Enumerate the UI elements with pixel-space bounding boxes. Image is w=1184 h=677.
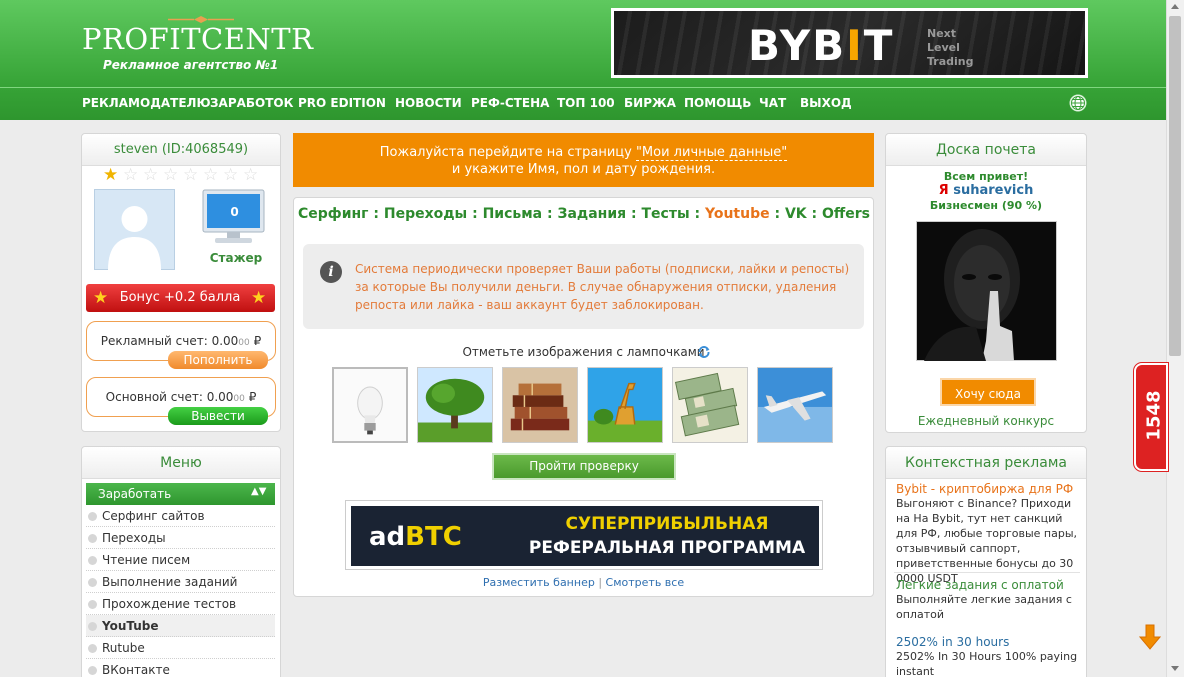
menu-item-mails[interactable]: Чтение писем xyxy=(86,549,275,571)
top-ad-banner[interactable]: BYBIT Next Level Trading xyxy=(611,8,1088,78)
captcha-image-lightbulb[interactable] xyxy=(332,367,408,443)
user-name[interactable]: steven (ID:4068549) xyxy=(82,134,280,166)
nav-pro-edition[interactable]: PRO EDITION xyxy=(298,96,386,110)
avatar[interactable] xyxy=(94,189,175,270)
rating-star-icon: ☆ xyxy=(183,165,199,185)
place-banner-link[interactable]: Разместить баннер xyxy=(483,576,595,589)
rating-star-icon: ☆ xyxy=(243,165,259,185)
user-rank: Стажер xyxy=(209,251,263,265)
tab-vk[interactable]: VK xyxy=(785,206,807,222)
banner-brand: BYBIT xyxy=(748,21,895,70)
captcha-image-tree[interactable] xyxy=(417,367,493,443)
nav-advertiser[interactable]: РЕКЛАМОДАТЕЛЮ xyxy=(82,96,211,110)
menu-item-tests[interactable]: Прохождение тестов xyxy=(86,593,275,615)
honor-user-photo[interactable] xyxy=(916,221,1057,361)
bonus-label: Бонус +0.2 балла xyxy=(119,290,241,305)
nav-earnings[interactable]: ЗАРАБОТОК xyxy=(210,96,293,110)
honor-status: Бизнесмен (90 %) xyxy=(929,199,1043,212)
rating-star-icon: ☆ xyxy=(223,165,239,185)
nav-ref-wall[interactable]: РЕФ-СТЕНА xyxy=(471,96,549,110)
menu-item-rutube[interactable]: Rutube xyxy=(86,637,275,659)
globe-icon[interactable] xyxy=(1069,94,1087,112)
honor-user: Я suharevich xyxy=(938,183,1034,198)
verify-button[interactable]: Пройти проверку xyxy=(492,453,676,480)
monitor-value: 0 xyxy=(230,205,239,219)
honor-title: Доска почета xyxy=(886,134,1086,166)
honor-username-link[interactable]: suharevich xyxy=(953,183,1033,198)
rating-star-icon: ☆ xyxy=(163,165,179,185)
scroll-thumb[interactable] xyxy=(1169,16,1181,356)
tab-offers[interactable]: Offers xyxy=(822,206,870,222)
refresh-icon[interactable] xyxy=(697,345,711,359)
ad-divider xyxy=(894,572,1080,573)
nav-top100[interactable]: ТОП 100 xyxy=(557,96,615,110)
info-icon: i xyxy=(320,261,342,283)
banner-tagline: Next Level Trading xyxy=(927,27,974,68)
tab-youtube[interactable]: Youtube xyxy=(705,206,770,222)
tab-tasks[interactable]: Задания xyxy=(558,206,627,222)
captcha-image-giraffe[interactable] xyxy=(587,367,663,443)
info-box: i Система периодически проверяет Ваши ра… xyxy=(303,244,864,329)
topup-button[interactable]: Пополнить xyxy=(168,351,268,369)
adbtc-logo: adBTC xyxy=(369,522,462,552)
nav-logout[interactable]: ВЫХОД xyxy=(800,96,852,110)
captcha-image-books[interactable] xyxy=(502,367,578,443)
tab-tests[interactable]: Тесты xyxy=(641,206,689,222)
view-all-link[interactable]: Смотреть все xyxy=(606,576,685,589)
context-ad[interactable]: Легкие задания с оплатой Выполняйте легк… xyxy=(896,578,1084,622)
adbtc-line2: РЕФЕРАЛЬНАЯ ПРОГРАММА xyxy=(528,538,806,558)
tab-transitions[interactable]: Переходы xyxy=(384,206,467,222)
tab-mails[interactable]: Письма xyxy=(483,206,543,222)
menu-title: Меню xyxy=(82,447,280,479)
menu-item-transitions[interactable]: Переходы xyxy=(86,527,275,549)
online-counter-tab[interactable]: 1548 xyxy=(1134,363,1168,471)
star-icon: ★ xyxy=(93,288,109,308)
menu-item-surfing[interactable]: Серфинг сайтов xyxy=(86,505,275,527)
menu-item-vk[interactable]: ВКонтакте xyxy=(86,659,275,677)
work-tabs: Серфинг : Переходы : Письма : Задания : … xyxy=(298,206,870,222)
menu-section-earn[interactable]: Заработать xyxy=(86,483,275,505)
tab-surfing[interactable]: Серфинг xyxy=(298,206,368,222)
star-icon: ★ xyxy=(251,288,267,308)
daily-contest-link[interactable]: Ежедневный конкурс xyxy=(885,414,1087,428)
site-slogan: Рекламное агентство №1 xyxy=(103,58,279,72)
nav-help[interactable]: ПОМОЩЬ xyxy=(684,96,751,110)
rating-star-icon: ★ xyxy=(103,165,119,185)
rating-star-icon: ☆ xyxy=(203,165,219,185)
scroll-down-arrow-icon[interactable] xyxy=(1139,624,1161,650)
want-here-button[interactable]: Хочу сюда xyxy=(940,378,1036,406)
captcha-prompt: Отметьте изображения с лампочками xyxy=(462,345,705,359)
menu-item-youtube[interactable]: YouTube xyxy=(86,615,275,637)
info-text: Система периодически проверяет Ваши рабо… xyxy=(355,262,850,312)
menu-item-tasks[interactable]: Выполнение заданий xyxy=(86,571,275,593)
nav-news[interactable]: НОВОСТИ xyxy=(395,96,462,110)
rating-star-icon: ☆ xyxy=(123,165,139,185)
scroll-up-arrow-icon[interactable] xyxy=(1171,4,1179,9)
nav-exchange[interactable]: БИРЖА xyxy=(624,96,676,110)
scroll-down-arrow-icon[interactable] xyxy=(1171,666,1179,671)
collapse-arrows-icon[interactable]: ▲▼ xyxy=(251,486,266,497)
context-ad[interactable]: Bybit - криптобиржа для РФ Выгоняют с Bi… xyxy=(896,482,1084,586)
profile-notice: Пожалуйста перейдите на страницу "Мои ли… xyxy=(293,133,874,187)
rating-star-icon: ☆ xyxy=(143,165,159,185)
banner-links: Разместить баннер | Смотреть все xyxy=(482,576,685,589)
site-logo[interactable]: PROFITCENTR xyxy=(82,22,313,56)
withdraw-button[interactable]: Вывести xyxy=(168,407,268,425)
adbtc-line1: СУПЕРПРИБЫЛЬНАЯ xyxy=(565,514,769,534)
captcha-image-money[interactable] xyxy=(672,367,748,443)
captcha-image-airplane[interactable] xyxy=(757,367,833,443)
honor-greeting: Всем привет! xyxy=(943,170,1029,183)
nav-chat[interactable]: ЧАТ xyxy=(759,96,786,110)
context-ad[interactable]: 2502% in 30 hours 2502% In 30 Hours 100%… xyxy=(896,635,1084,677)
profile-link[interactable]: "Мои личные данные" xyxy=(635,145,788,161)
context-ads-title: Контекстная реклама xyxy=(886,447,1086,479)
adbtc-banner[interactable]: adBTC СУПЕРПРИБЫЛЬНАЯ РЕФЕРАЛЬНАЯ ПРОГРА… xyxy=(345,500,823,570)
